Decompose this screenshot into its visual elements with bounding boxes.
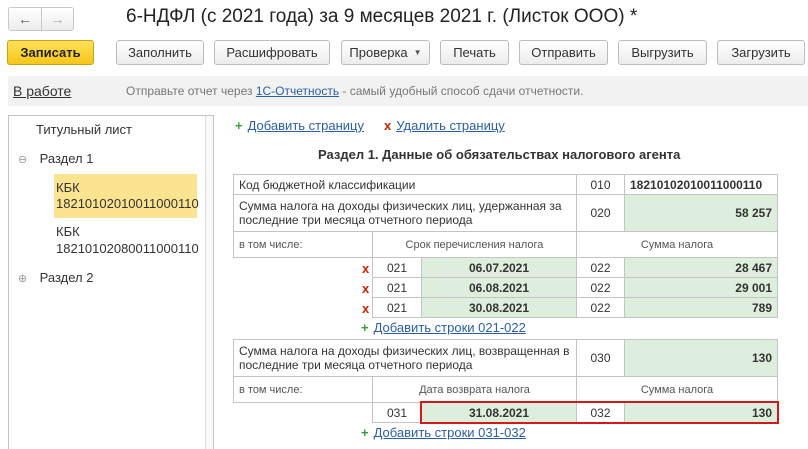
tree-item-section1-label: Раздел 1: [39, 151, 94, 166]
delete-icon: x: [384, 118, 392, 133]
withheld-label: Сумма налога на доходы физических лиц, у…: [233, 194, 577, 232]
tree-item-section2[interactable]: ⊕ Раздел 2: [18, 270, 93, 285]
nav-group: ← →: [8, 7, 74, 31]
delete-row-icon[interactable]: x: [362, 281, 369, 296]
collapse-icon[interactable]: ⊖: [18, 153, 30, 166]
row-code-a: 021: [372, 277, 422, 298]
tree-item-kbk2[interactable]: КБК 18210102080011000110: [56, 224, 199, 256]
row-code-b: 022: [576, 257, 625, 278]
back-button[interactable]: ←: [9, 8, 41, 30]
title-bar: ← → 6-НДФЛ (с 2021 года) за 9 месяцев 20…: [0, 0, 808, 38]
tree-item-section2-label: Раздел 2: [39, 270, 94, 285]
status-link[interactable]: В работе: [13, 83, 71, 99]
add-page-link[interactable]: Добавить страницу: [248, 118, 364, 133]
expand-icon[interactable]: ⊕: [18, 272, 30, 285]
row-sum[interactable]: 789: [624, 297, 778, 318]
decode-button[interactable]: Расшифровать: [214, 40, 330, 65]
including-label: в том числе:: [233, 376, 373, 403]
delete-row-icon[interactable]: x: [362, 261, 369, 276]
row-code-a: 021: [372, 257, 422, 278]
row-date[interactable]: 06.07.2021: [421, 257, 577, 278]
withheld-code: 020: [576, 194, 625, 232]
add-rows-031-link[interactable]: Добавить строки 031-032: [374, 425, 526, 440]
delete-page-action[interactable]: x Удалить страницу: [384, 118, 505, 133]
tree-kbk2-label: КБК: [56, 224, 80, 239]
plus-icon: +: [361, 425, 369, 440]
fill-button[interactable]: Заполнить: [116, 40, 204, 65]
add-rows-021-link[interactable]: Добавить строки 021-022: [374, 320, 526, 335]
row-code-b: 022: [576, 297, 625, 318]
status-message: Отправьте отчет через 1С-Отчетность - са…: [126, 84, 583, 98]
chevron-down-icon: ▼: [413, 48, 422, 57]
withheld-value[interactable]: 58 257: [624, 194, 778, 232]
reporting-service-link[interactable]: 1С-Отчетность: [256, 84, 339, 98]
delete-page-link[interactable]: Удалить страницу: [396, 118, 505, 133]
arrow-right-icon: →: [50, 11, 65, 27]
add-page-action[interactable]: + Добавить страницу: [235, 118, 364, 133]
return-date-header: Дата возврата налога: [372, 376, 577, 403]
arrow-left-icon: ←: [18, 11, 32, 27]
tree-item-title-sheet[interactable]: Титульный лист: [36, 122, 132, 137]
forward-button[interactable]: →: [41, 8, 73, 30]
kbk-value[interactable]: 18210102010011000110: [624, 174, 778, 195]
tree-item-kbk1[interactable]: КБК 18210102010011000110: [54, 174, 199, 218]
tree-scrollbar[interactable]: [205, 116, 213, 449]
row-code-b: 022: [576, 277, 625, 298]
save-button[interactable]: Записать: [7, 40, 94, 65]
returned-value[interactable]: 130: [624, 339, 778, 377]
plus-icon: +: [361, 320, 369, 335]
sections-tree: Титульный лист ⊖ Раздел 1 КБК 1821010201…: [8, 115, 214, 449]
tree-kbk2-code: 18210102080011000110: [56, 241, 199, 256]
including-label: в том числе:: [233, 231, 373, 258]
tax-sum-header: Сумма налога: [576, 231, 778, 258]
returned-code: 030: [576, 339, 625, 377]
highlight-frame: [420, 401, 779, 424]
report-form: + Добавить страницу x Удалить страницу Раз…: [222, 112, 808, 449]
kbk-code: 010: [576, 174, 625, 195]
tree-item-section1[interactable]: ⊖ Раздел 1: [18, 151, 93, 166]
row-date[interactable]: 30.08.2021: [421, 297, 577, 318]
kbk-label: Код бюджетной классификации: [233, 174, 577, 195]
import-button[interactable]: Загрузить: [717, 40, 805, 65]
check-label: Проверка: [349, 45, 408, 60]
row-sum[interactable]: 28 467: [624, 257, 778, 278]
row-sum[interactable]: 29 001: [624, 277, 778, 298]
returned-label: Сумма налога на доходы физических лиц, в…: [233, 339, 577, 377]
tax-sum-header: Сумма налога: [576, 376, 778, 403]
check-dropdown-button[interactable]: Проверка ▼: [341, 40, 430, 65]
tree-kbk1-label: КБК: [56, 180, 80, 195]
print-button[interactable]: Печать: [440, 40, 509, 65]
status-message-after: - самый удобный способ сдачи отчетности.: [339, 84, 584, 98]
delete-row-icon[interactable]: x: [362, 301, 369, 316]
export-button[interactable]: Выгрузить: [618, 40, 707, 65]
row-code-a: 021: [372, 297, 422, 318]
plus-icon: +: [235, 118, 243, 133]
send-button[interactable]: Отправить: [519, 40, 608, 65]
status-message-before: Отправьте отчет через: [126, 84, 256, 98]
row-code-a: 031: [372, 402, 422, 423]
tree-kbk1-code: 18210102010011000110: [56, 196, 199, 211]
add-rows-031-action[interactable]: + Добавить строки 031-032: [361, 425, 526, 440]
row-date[interactable]: 06.08.2021: [421, 277, 577, 298]
section-title: Раздел 1. Данные об обязательствах налог…: [318, 147, 681, 162]
status-strip: В работе Отправьте отчет через 1С-Отчетн…: [8, 76, 808, 106]
window-title: 6-НДФЛ (с 2021 года) за 9 месяцев 2021 г…: [126, 6, 638, 27]
toolbar: Записать Заполнить Расшифровать Проверка…: [0, 38, 808, 70]
transfer-date-header: Срок перечисления налога: [372, 231, 577, 258]
add-rows-021-action[interactable]: + Добавить строки 021-022: [361, 320, 526, 335]
